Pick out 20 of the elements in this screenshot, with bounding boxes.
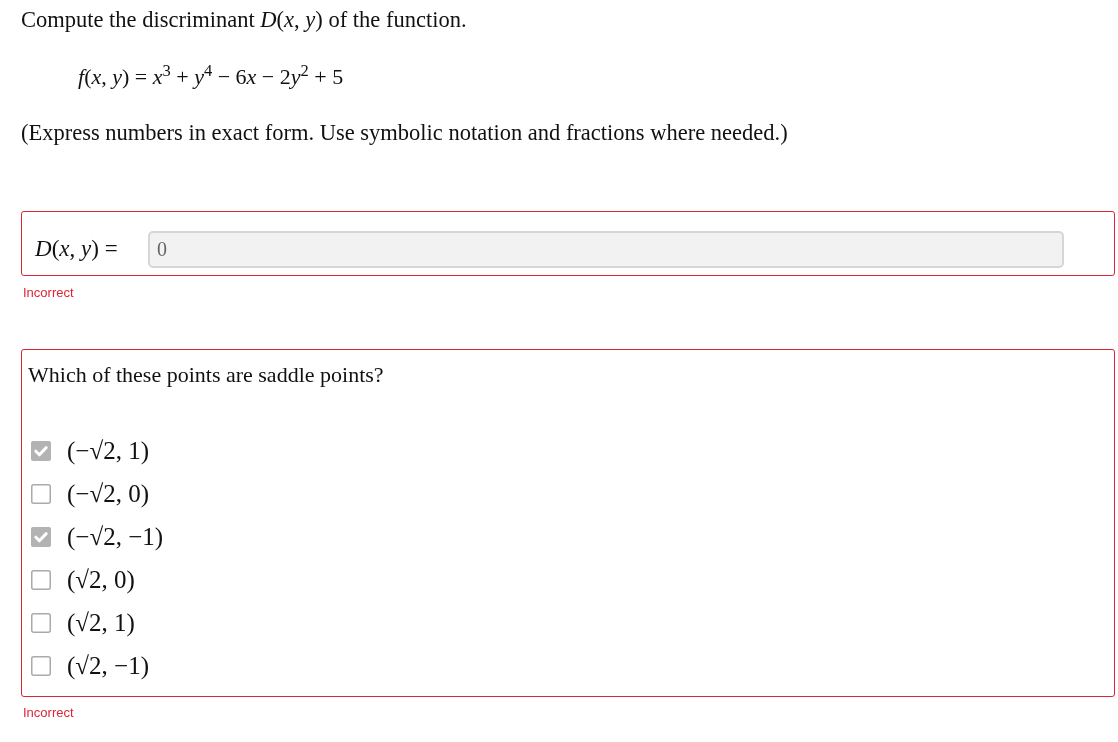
checkbox[interactable] — [31, 440, 51, 461]
checkbox[interactable] — [31, 655, 51, 676]
feedback-text: Incorrect — [23, 285, 74, 301]
option-label: (−√2, 1) — [67, 435, 149, 466]
answer-field[interactable]: 0 — [148, 231, 1064, 268]
option-label: (−√2, −1) — [67, 521, 164, 552]
checkbox[interactable] — [31, 526, 51, 547]
answer-label: D(x, y) = — [35, 235, 119, 264]
checkbox[interactable] — [31, 569, 51, 590]
checkbox[interactable] — [31, 612, 51, 633]
option-label: (√2, 0) — [67, 564, 135, 595]
feedback-text: Incorrect — [23, 705, 74, 721]
function-formula: f(x, y) = x$^{3}$ + y$^{4}$ − 6x − 2y$^{2}$ + 5 — [78, 65, 344, 89]
option-label: (√2, −1) — [67, 650, 149, 681]
question-prompt: Which of these points are saddle points? — [28, 363, 384, 387]
question-intro: Compute the discriminant D(x, y) of the function. — [21, 8, 467, 32]
option-label: (−√2, 0) — [67, 478, 149, 509]
instructions-text: (Express numbers in exact form. Use symbolic notation and fractions where needed.) — [21, 121, 788, 145]
option-label: (√2, 1) — [67, 607, 135, 638]
checkbox[interactable] — [31, 483, 51, 504]
